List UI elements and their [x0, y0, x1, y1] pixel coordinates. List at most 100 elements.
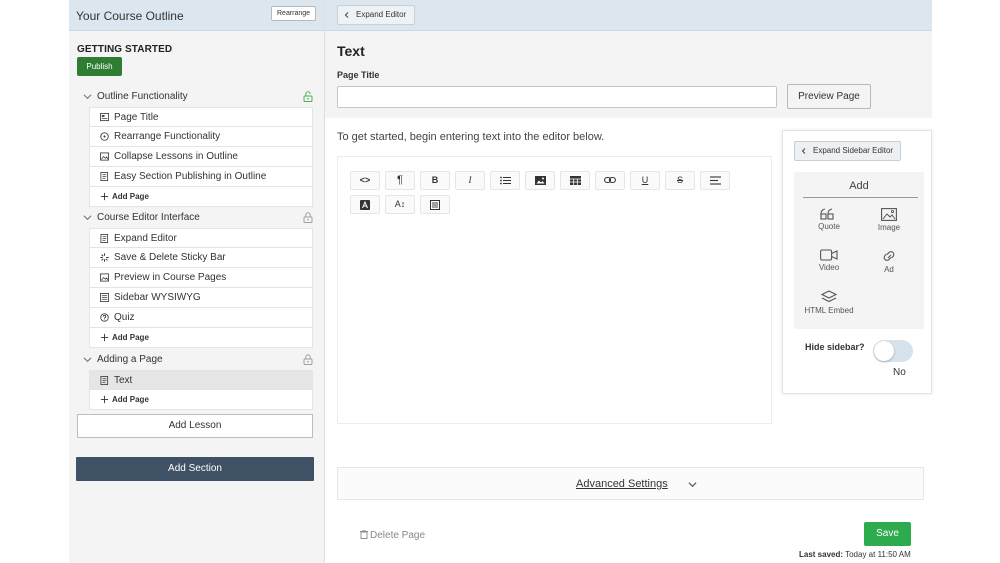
insert-image-button[interactable] — [525, 171, 555, 190]
page-title-input[interactable] — [337, 86, 777, 108]
section-header[interactable]: Outline Functionality — [77, 87, 313, 107]
add-lesson-button[interactable]: Add Lesson — [77, 414, 313, 438]
page-item[interactable]: Preview in Course Pages — [89, 268, 313, 288]
page-item[interactable]: Rearrange Functionality — [89, 127, 313, 147]
bold-button[interactable]: B — [420, 171, 450, 190]
page-item[interactable]: Page Title — [89, 107, 313, 127]
add-quote-button[interactable]: Quote — [799, 208, 859, 242]
insert-link-button[interactable] — [595, 171, 625, 190]
sidebar-editor-card: Expand Sidebar Editor Add Quote Image Vi… — [782, 130, 932, 394]
video-icon — [820, 249, 838, 261]
list-button[interactable] — [490, 171, 520, 190]
rearrange-button[interactable]: Rearrange — [271, 6, 317, 21]
add-image-button[interactable]: Image — [859, 208, 919, 242]
chevron-left-icon — [801, 148, 806, 154]
underline-button[interactable]: U — [630, 171, 660, 190]
text-color-button[interactable] — [350, 195, 380, 214]
align-left-icon — [709, 176, 721, 185]
publish-button[interactable]: Publish — [77, 57, 122, 76]
last-saved-status: Last saved: Today at 11:50 AM — [799, 550, 911, 559]
lesson-title: GETTING STARTED — [77, 44, 173, 55]
page-item[interactable]: Collapse Lessons in Outline — [89, 147, 313, 167]
last-saved-label: Last saved: — [799, 550, 844, 559]
hide-sidebar-toggle[interactable] — [873, 340, 913, 362]
app-window: Your Course Outline Rearrange GETTING ST… — [69, 0, 932, 563]
add-page-label: Add Page — [112, 333, 149, 342]
add-section-button[interactable]: Add Section — [76, 457, 314, 481]
page-label: Text — [114, 375, 133, 386]
outline-header: Your Course Outline Rearrange — [69, 0, 324, 31]
italic-button[interactable]: I — [455, 171, 485, 190]
chevron-down-icon[interactable] — [83, 213, 92, 222]
add-ad-button[interactable]: Ad — [859, 249, 919, 283]
preview-page-button[interactable]: Preview Page — [787, 84, 871, 109]
expand-sidebar-editor-button[interactable]: Expand Sidebar Editor — [794, 141, 902, 161]
page-label: Expand Editor — [114, 233, 177, 244]
expand-editor-label: Expand Editor — [356, 10, 407, 19]
quote-icon — [820, 208, 834, 220]
page-title-label: Page Title — [337, 70, 380, 80]
hide-sidebar-label: Hide sidebar? — [805, 342, 865, 352]
chevron-down-icon[interactable] — [688, 480, 697, 489]
add-page-label: Add Page — [112, 192, 149, 201]
section-title: Outline Functionality — [97, 91, 188, 102]
toggle-knob[interactable] — [874, 341, 894, 361]
section-title: Adding a Page — [97, 354, 163, 365]
strikethrough-button[interactable]: S — [665, 171, 695, 190]
page-item[interactable]: Save & Delete Sticky Bar — [89, 248, 313, 268]
delete-page-button[interactable]: Delete Page — [360, 529, 426, 541]
page-label: Sidebar WYSIWYG — [114, 292, 201, 303]
page-label: Rearrange Functionality — [114, 131, 221, 142]
align-button[interactable] — [700, 171, 730, 190]
add-page-label: Add Page — [112, 395, 149, 404]
plus-icon — [100, 192, 109, 201]
strikethrough-icon: S — [676, 175, 683, 185]
page-item[interactable]: Quiz — [89, 308, 313, 328]
wysiwyg-editor[interactable]: <> ¶ B I U S A↕ — [337, 156, 772, 424]
image-icon — [881, 208, 897, 221]
underline-icon: U — [641, 175, 649, 185]
document-icon — [100, 376, 109, 385]
chevron-down-icon[interactable] — [83, 92, 92, 101]
image-icon — [100, 152, 109, 161]
document-icon — [100, 234, 109, 243]
page-type-heading: Text — [337, 43, 365, 59]
lock-icon[interactable] — [303, 354, 313, 365]
section-header[interactable]: Adding a Page — [77, 350, 313, 370]
insert-image-icon — [534, 176, 546, 185]
page-label: Preview in Course Pages — [114, 272, 227, 283]
page-label: Easy Section Publishing in Outline — [114, 171, 267, 182]
unlock-icon[interactable] — [303, 91, 313, 102]
insert-table-button[interactable] — [560, 171, 590, 190]
advanced-settings-toggle[interactable]: Advanced Settings — [337, 467, 924, 500]
page-item-active[interactable]: Text — [89, 370, 313, 390]
advanced-settings-label[interactable]: Advanced Settings — [576, 478, 668, 490]
dots-circle-icon — [100, 132, 109, 141]
format-block-button[interactable] — [420, 195, 450, 214]
add-video-label: Video — [818, 263, 840, 272]
font-size-button[interactable]: A↕ — [385, 195, 415, 214]
divider — [803, 197, 918, 198]
add-image-label: Image — [877, 223, 901, 232]
save-button[interactable]: Save — [864, 522, 911, 546]
add-page-button[interactable]: Add Page — [89, 187, 313, 207]
expand-editor-button[interactable]: Expand Editor — [337, 5, 416, 25]
question-circle-icon — [100, 313, 109, 322]
chevron-down-icon[interactable] — [83, 355, 92, 364]
add-video-button[interactable]: Video — [799, 249, 859, 283]
add-html-embed-button[interactable]: HTML Embed — [799, 290, 859, 324]
section-header[interactable]: Course Editor Interface — [77, 208, 313, 228]
add-page-button[interactable]: Add Page — [89, 328, 313, 348]
page-item[interactable]: Sidebar WYSIWYG — [89, 288, 313, 308]
lock-icon[interactable] — [303, 212, 313, 223]
delete-page-label: Delete Page — [370, 530, 426, 541]
page-item[interactable]: Expand Editor — [89, 228, 313, 248]
editor-instructions: To get started, begin entering text into… — [337, 131, 605, 143]
add-quote-label: Quote — [818, 222, 840, 231]
page-item[interactable]: Easy Section Publishing in Outline — [89, 167, 313, 187]
add-ad-label: Ad — [884, 265, 894, 274]
code-view-button[interactable]: <> — [350, 171, 380, 190]
editor-header: Text Page Title Preview Page — [325, 31, 932, 118]
paragraph-button[interactable]: ¶ — [385, 171, 415, 190]
add-page-button[interactable]: Add Page — [89, 390, 313, 410]
